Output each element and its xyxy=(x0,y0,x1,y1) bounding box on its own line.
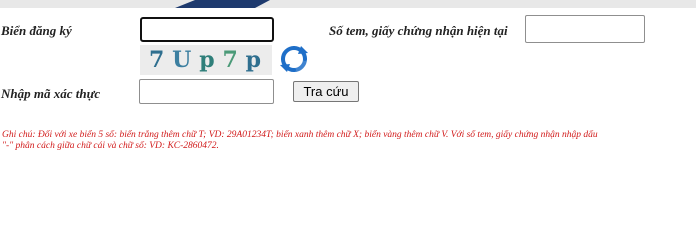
plate-label: Biển đăng ký xyxy=(1,23,72,38)
captcha-label: Nhập mã xác thực xyxy=(1,86,101,101)
captcha-char: U xyxy=(172,47,194,73)
captcha-char: 7 xyxy=(222,47,240,73)
captcha-char: p xyxy=(199,47,217,73)
captcha-input[interactable] xyxy=(139,79,274,104)
captcha-char: p xyxy=(245,47,264,73)
sticker-label: Số tem, giấy chứng nhận hiện tại xyxy=(329,23,508,38)
plate-input[interactable] xyxy=(140,17,274,42)
top-banner-band xyxy=(0,0,696,8)
refresh-captcha-icon[interactable] xyxy=(279,44,309,74)
captcha-char: 7 xyxy=(148,47,167,73)
search-button[interactable]: Tra cứu xyxy=(293,81,359,102)
sticker-number-input[interactable] xyxy=(525,15,645,43)
captcha-image: 7 U p 7 p xyxy=(140,45,272,75)
note-text: Ghi chú: Đối với xe biển 5 số: biển trắn… xyxy=(2,130,598,151)
